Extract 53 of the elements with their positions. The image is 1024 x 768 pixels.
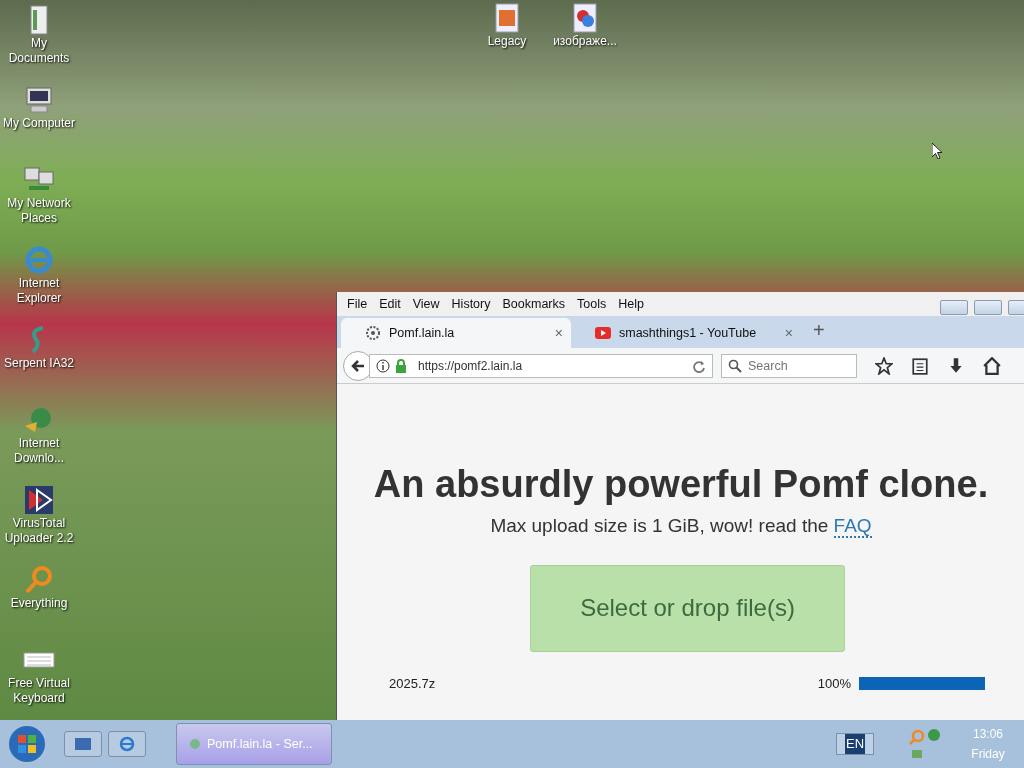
- desktop-icon-label[interactable]: VirusTotal Uploader 2.2: [0, 516, 78, 546]
- menu-item[interactable]: Help: [612, 294, 650, 314]
- menu-item[interactable]: Bookmarks: [496, 294, 571, 314]
- address-field[interactable]: https://pomf2.lain.la: [369, 353, 713, 378]
- program-icon: [189, 737, 201, 751]
- home-icon[interactable]: [983, 356, 1001, 375]
- info-icon[interactable]: [376, 358, 390, 373]
- upload-size-text: Max upload size is 1 GiB, wow! read the FAQ: [490, 515, 872, 538]
- desktop-icon-label[interactable]: Serpent IA32: [3, 356, 75, 371]
- start-button[interactable]: [8, 725, 46, 763]
- menu-item[interactable]: History: [445, 294, 497, 314]
- desktop-icon-label[interactable]: изображе...: [553, 34, 617, 49]
- desktop-icon-label[interactable]: Internet Explorer: [0, 276, 78, 306]
- browser-tab[interactable]: Pomf.lain.la ×: [341, 318, 571, 348]
- clock-time: 13:06: [972, 726, 1004, 743]
- language-indicator[interactable]: EN: [836, 733, 874, 755]
- clock-day: Friday: [952, 744, 1024, 764]
- new-tab-button[interactable]: +: [801, 315, 837, 349]
- menu-item[interactable]: Tools: [571, 294, 613, 314]
- desktop-icon-label[interactable]: Internet Downlo...: [0, 436, 78, 466]
- minimize-button[interactable]: [940, 299, 968, 315]
- faq-link[interactable]: FAQ: [833, 515, 872, 538]
- desktop-icon-label[interactable]: My Network Places: [0, 196, 78, 226]
- file-name: 2025.7z: [389, 674, 436, 693]
- upload-percent: 100%: [817, 674, 851, 693]
- browser-launch-button[interactable]: [108, 731, 146, 757]
- mouse-cursor-icon: [932, 143, 942, 159]
- desktop-icon-label[interactable]: Everything: [10, 596, 68, 611]
- tab-close-button[interactable]: ×: [784, 322, 793, 344]
- clipboard-icon[interactable]: [911, 356, 929, 375]
- menu-item[interactable]: Edit: [373, 294, 407, 314]
- computer-icon[interactable]: [23, 84, 55, 116]
- show-desktop-button[interactable]: [64, 731, 102, 757]
- search-field[interactable]: Search: [721, 353, 857, 378]
- menu-item[interactable]: View: [406, 294, 446, 314]
- desktop-icon-label[interactable]: Free Virtual Keyboard: [0, 676, 78, 706]
- menu-item[interactable]: File: [341, 294, 374, 314]
- lock-icon: [395, 358, 407, 373]
- upload-button[interactable]: Select or drop file(s): [530, 564, 845, 652]
- gear-icon: [365, 325, 381, 341]
- browser-e-icon[interactable]: [119, 736, 135, 752]
- page-heading: An absurdly powerful Pomf clone.: [372, 462, 990, 506]
- star-icon[interactable]: [875, 356, 893, 375]
- desktop-icon-label[interactable]: My Computer: [3, 116, 75, 131]
- tab-close-button[interactable]: ×: [554, 322, 563, 344]
- desktop-icon-label[interactable]: My Documents: [0, 36, 78, 66]
- back-arrow-icon[interactable]: [350, 357, 366, 374]
- play-icon: [595, 325, 611, 341]
- desktop-icon-label[interactable]: Legacy: [487, 34, 527, 49]
- arrow-tile-icon[interactable]: [23, 484, 55, 516]
- browser-tab[interactable]: smashthings1 - YouTube ×: [571, 318, 801, 348]
- reload-icon[interactable]: [692, 358, 706, 373]
- maximize-button[interactable]: [974, 299, 1002, 315]
